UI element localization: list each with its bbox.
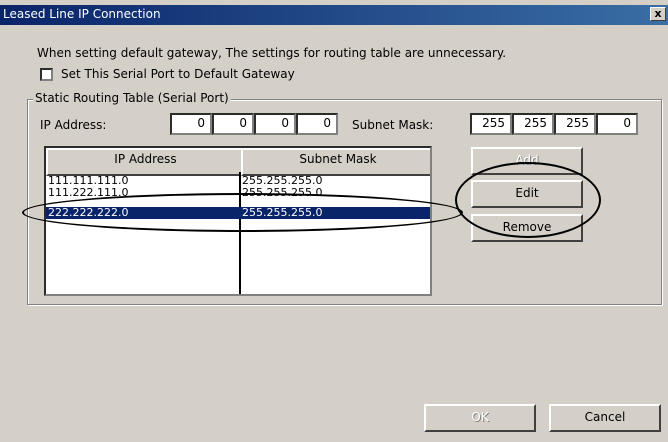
ip-octet-4-field[interactable]: 0 <box>296 113 338 135</box>
ip-octet-3-field[interactable]: 0 <box>254 113 296 135</box>
cancel-button[interactable]: Cancel <box>549 404 661 432</box>
highlight-ellipse-edit-button <box>455 162 601 238</box>
close-icon[interactable]: x <box>650 7 666 21</box>
column-header-subnet-mask[interactable]: Subnet Mask <box>241 148 430 176</box>
static-routing-group-label: Static Routing Table (Serial Port) <box>33 91 231 105</box>
ip-octet-2-field[interactable]: 0 <box>212 113 254 135</box>
title-bar[interactable]: Leased Line IP Connection x <box>0 5 668 25</box>
mask-octet-3-field[interactable]: 255 <box>554 113 596 135</box>
column-header-ip-address[interactable]: IP Address <box>46 148 245 176</box>
ok-button[interactable]: OK <box>424 404 536 432</box>
mask-octet-1-field[interactable]: 255 <box>470 113 512 135</box>
info-text: When setting default gateway, The settin… <box>37 46 507 60</box>
dialog-window: Leased Line IP Connection x When setting… <box>0 0 668 442</box>
mask-octet-2-field[interactable]: 255 <box>512 113 554 135</box>
subnet-mask-label: Subnet Mask: <box>352 118 434 132</box>
default-gateway-label: Set This Serial Port to Default Gateway <box>61 67 295 81</box>
ip-octet-1-field[interactable]: 0 <box>170 113 212 135</box>
window-title: Leased Line IP Connection <box>3 7 161 21</box>
highlight-ellipse-selected-row <box>22 193 463 232</box>
default-gateway-checkbox[interactable] <box>40 68 53 81</box>
mask-octet-4-field[interactable]: 0 <box>596 113 638 135</box>
ip-address-label: IP Address: <box>40 118 107 132</box>
